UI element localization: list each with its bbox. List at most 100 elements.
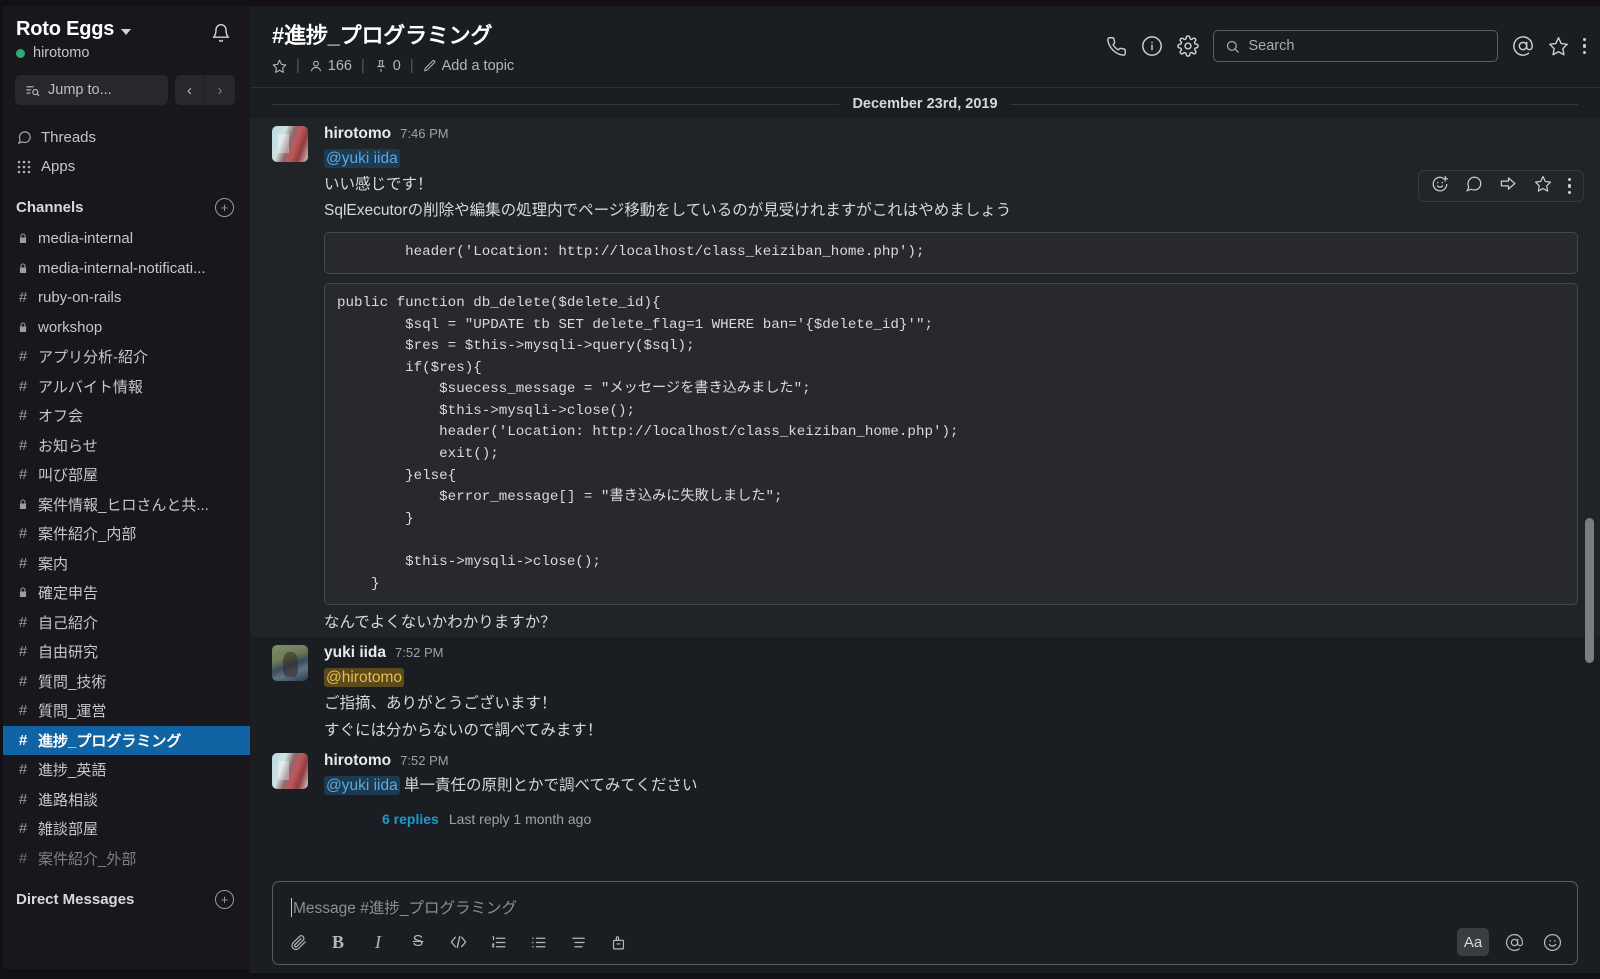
attach-icon[interactable]	[285, 929, 311, 955]
share-message-icon[interactable]	[1499, 174, 1518, 198]
kebab-menu-icon[interactable]	[1582, 37, 1586, 55]
channel-name: 案件紹介_内部	[38, 526, 137, 544]
sidebar-channel-item[interactable]: # 自己紹介	[0, 608, 250, 638]
sidebar-channel-item[interactable]: 案件情報_ヒロさんと共...	[0, 490, 250, 520]
mention-icon[interactable]	[1501, 929, 1527, 955]
meta-separator: |	[409, 58, 414, 74]
sidebar-channel-item[interactable]: # 質問_運営	[0, 696, 250, 726]
sidebar-channel-item[interactable]: # 進路相談	[0, 785, 250, 815]
sidebar-channel-item[interactable]: # 雑談部屋	[0, 814, 250, 844]
user-presence[interactable]: hirotomo	[16, 45, 131, 61]
message-scrollbar-thumb[interactable]	[1585, 518, 1594, 663]
lock-icon	[16, 232, 30, 245]
add-dm-icon[interactable]: +	[215, 889, 234, 909]
sidebar-channel-item[interactable]: media-internal-notificati...	[0, 254, 250, 284]
italic-icon[interactable]: I	[365, 929, 391, 955]
thread-reply-count[interactable]: 6 replies	[382, 811, 439, 827]
history-back-button[interactable]: ‹	[175, 75, 205, 105]
save-message-icon[interactable]	[1534, 175, 1552, 198]
message-author[interactable]: hirotomo	[324, 751, 391, 772]
sidebar-item-apps[interactable]: Apps	[0, 152, 250, 181]
blockquote-icon[interactable]	[565, 929, 591, 955]
user-mention[interactable]: @yuki iida	[324, 775, 400, 795]
add-reaction-icon[interactable]	[1431, 175, 1449, 198]
message-timestamp[interactable]: 7:52 PM	[395, 644, 443, 662]
avatar[interactable]	[272, 126, 308, 162]
strikethrough-icon[interactable]: S	[405, 929, 431, 955]
message-row[interactable]: hirotomo 7:52 PM @yuki iida 単一責任の原則とかで調べてみ…	[250, 745, 1600, 835]
workspace-switcher[interactable]: Roto Eggs	[16, 18, 132, 41]
message-row[interactable]: yuki iida 7:52 PM @hirotomo ご指摘、ありがとうございます！…	[250, 637, 1600, 744]
message-list: December 23rd, 2019 hirotomo 7:46 PM @yuki…	[250, 88, 1600, 873]
ordered-list-icon[interactable]	[485, 929, 511, 955]
thread-summary[interactable]: 6 replies Last reply 1 month ago	[324, 805, 1578, 833]
code-block: public function db_delete($delete_id){ $…	[324, 283, 1578, 606]
sidebar-channel-item[interactable]: # 案件紹介_内部	[0, 519, 250, 549]
reply-in-thread-icon[interactable]	[1465, 175, 1483, 198]
user-mention[interactable]: @hirotomo	[324, 668, 405, 688]
message-input[interactable]: Message #進捗_プログラミング	[273, 882, 1577, 926]
history-forward-button[interactable]: ›	[205, 75, 235, 105]
message-hover-toolbar[interactable]	[1417, 170, 1584, 202]
message-scrollbar-track[interactable]	[1585, 88, 1594, 859]
message-text-line: ご指摘、ありがとうございます！	[324, 695, 557, 713]
emoji-icon[interactable]	[1539, 929, 1565, 955]
message-timestamp[interactable]: 7:52 PM	[400, 752, 448, 770]
bold-icon[interactable]: B	[325, 929, 351, 955]
sidebar-item-threads[interactable]: Threads	[0, 123, 250, 152]
message-row[interactable]: hirotomo 7:46 PM @yuki iida いい感じです！ SqlExecu…	[250, 118, 1600, 638]
composer-wrap: Message #進捗_プログラミング B I S Aa	[250, 873, 1600, 979]
date-divider-label: December 23rd, 2019	[839, 90, 1011, 118]
user-mention[interactable]: @yuki iida	[324, 148, 400, 168]
pin-count[interactable]: 0	[374, 58, 401, 74]
avatar[interactable]	[272, 752, 308, 789]
sidebar-channel-item[interactable]: # アプリ分析-紹介	[0, 342, 250, 372]
sidebar-channel-item[interactable]: # 案件紹介_外部	[0, 844, 250, 874]
channel-name: 確定申告	[38, 585, 99, 603]
channels-section-header[interactable]: Channels +	[0, 191, 250, 224]
info-icon[interactable]	[1141, 35, 1163, 57]
sidebar-channel-item[interactable]: workshop	[0, 313, 250, 343]
star-channel-icon[interactable]	[272, 59, 287, 74]
sidebar-channel-item[interactable]: # お知らせ	[0, 431, 250, 461]
message-timestamp[interactable]: 7:46 PM	[400, 125, 448, 143]
gear-icon[interactable]	[1176, 35, 1199, 57]
more-actions-icon[interactable]	[1567, 177, 1571, 195]
member-count[interactable]: 166	[309, 58, 352, 74]
code-icon[interactable]	[445, 929, 471, 955]
jump-to-label: Jump to...	[48, 82, 112, 98]
sidebar-channel-item[interactable]: # 進捗_英語	[0, 755, 250, 785]
phone-icon[interactable]	[1106, 36, 1127, 57]
dm-section-header[interactable]: Direct Messages +	[0, 881, 250, 917]
workspace-title-wrap[interactable]: Roto Eggs hirotomo	[16, 18, 132, 61]
add-topic-button[interactable]: Add a topic	[423, 58, 514, 74]
channel-name: 進路相談	[38, 791, 99, 809]
sidebar-channel-item[interactable]: # ruby-on-rails	[0, 283, 250, 313]
bulleted-list-icon[interactable]	[525, 929, 551, 955]
sidebar-channel-item[interactable]: # オフ会	[0, 401, 250, 431]
add-channel-icon[interactable]: +	[215, 198, 234, 217]
message-composer[interactable]: Message #進捗_プログラミング B I S Aa	[272, 881, 1578, 965]
channel-name: 進捗_プログラミング	[38, 732, 182, 750]
chevron-down-icon	[121, 28, 132, 35]
sidebar-channel-item[interactable]: 確定申告	[0, 578, 250, 608]
sidebar-channel-item[interactable]: media-internal	[0, 224, 250, 254]
jump-to-button[interactable]: Jump to...	[15, 75, 168, 105]
avatar[interactable]	[272, 645, 308, 682]
sidebar-channel-item[interactable]: # アルバイト情報	[0, 372, 250, 402]
formatting-aa-icon[interactable]: Aa	[1457, 928, 1489, 956]
message-author[interactable]: hirotomo	[324, 124, 391, 145]
mentions-icon[interactable]	[1512, 35, 1534, 57]
sidebar-channel-item[interactable]: # 質問_技術	[0, 667, 250, 697]
notifications-bell-icon[interactable]	[208, 20, 234, 46]
snippet-icon[interactable]	[605, 929, 631, 955]
sidebar-channel-item[interactable]: # 進捗_プログラミング	[0, 725, 250, 755]
sidebar-channel-item[interactable]: # 叫び部屋	[0, 460, 250, 490]
hash-icon: #	[18, 643, 28, 661]
sidebar-channel-item[interactable]: # 案内	[0, 549, 250, 579]
sidebar-channel-item[interactable]: # 自由研究	[0, 637, 250, 667]
channel-name: お知らせ	[38, 437, 98, 455]
search-input[interactable]: Search	[1212, 30, 1498, 62]
star-icon[interactable]	[1548, 36, 1569, 57]
message-author[interactable]: yuki iida	[324, 643, 386, 664]
